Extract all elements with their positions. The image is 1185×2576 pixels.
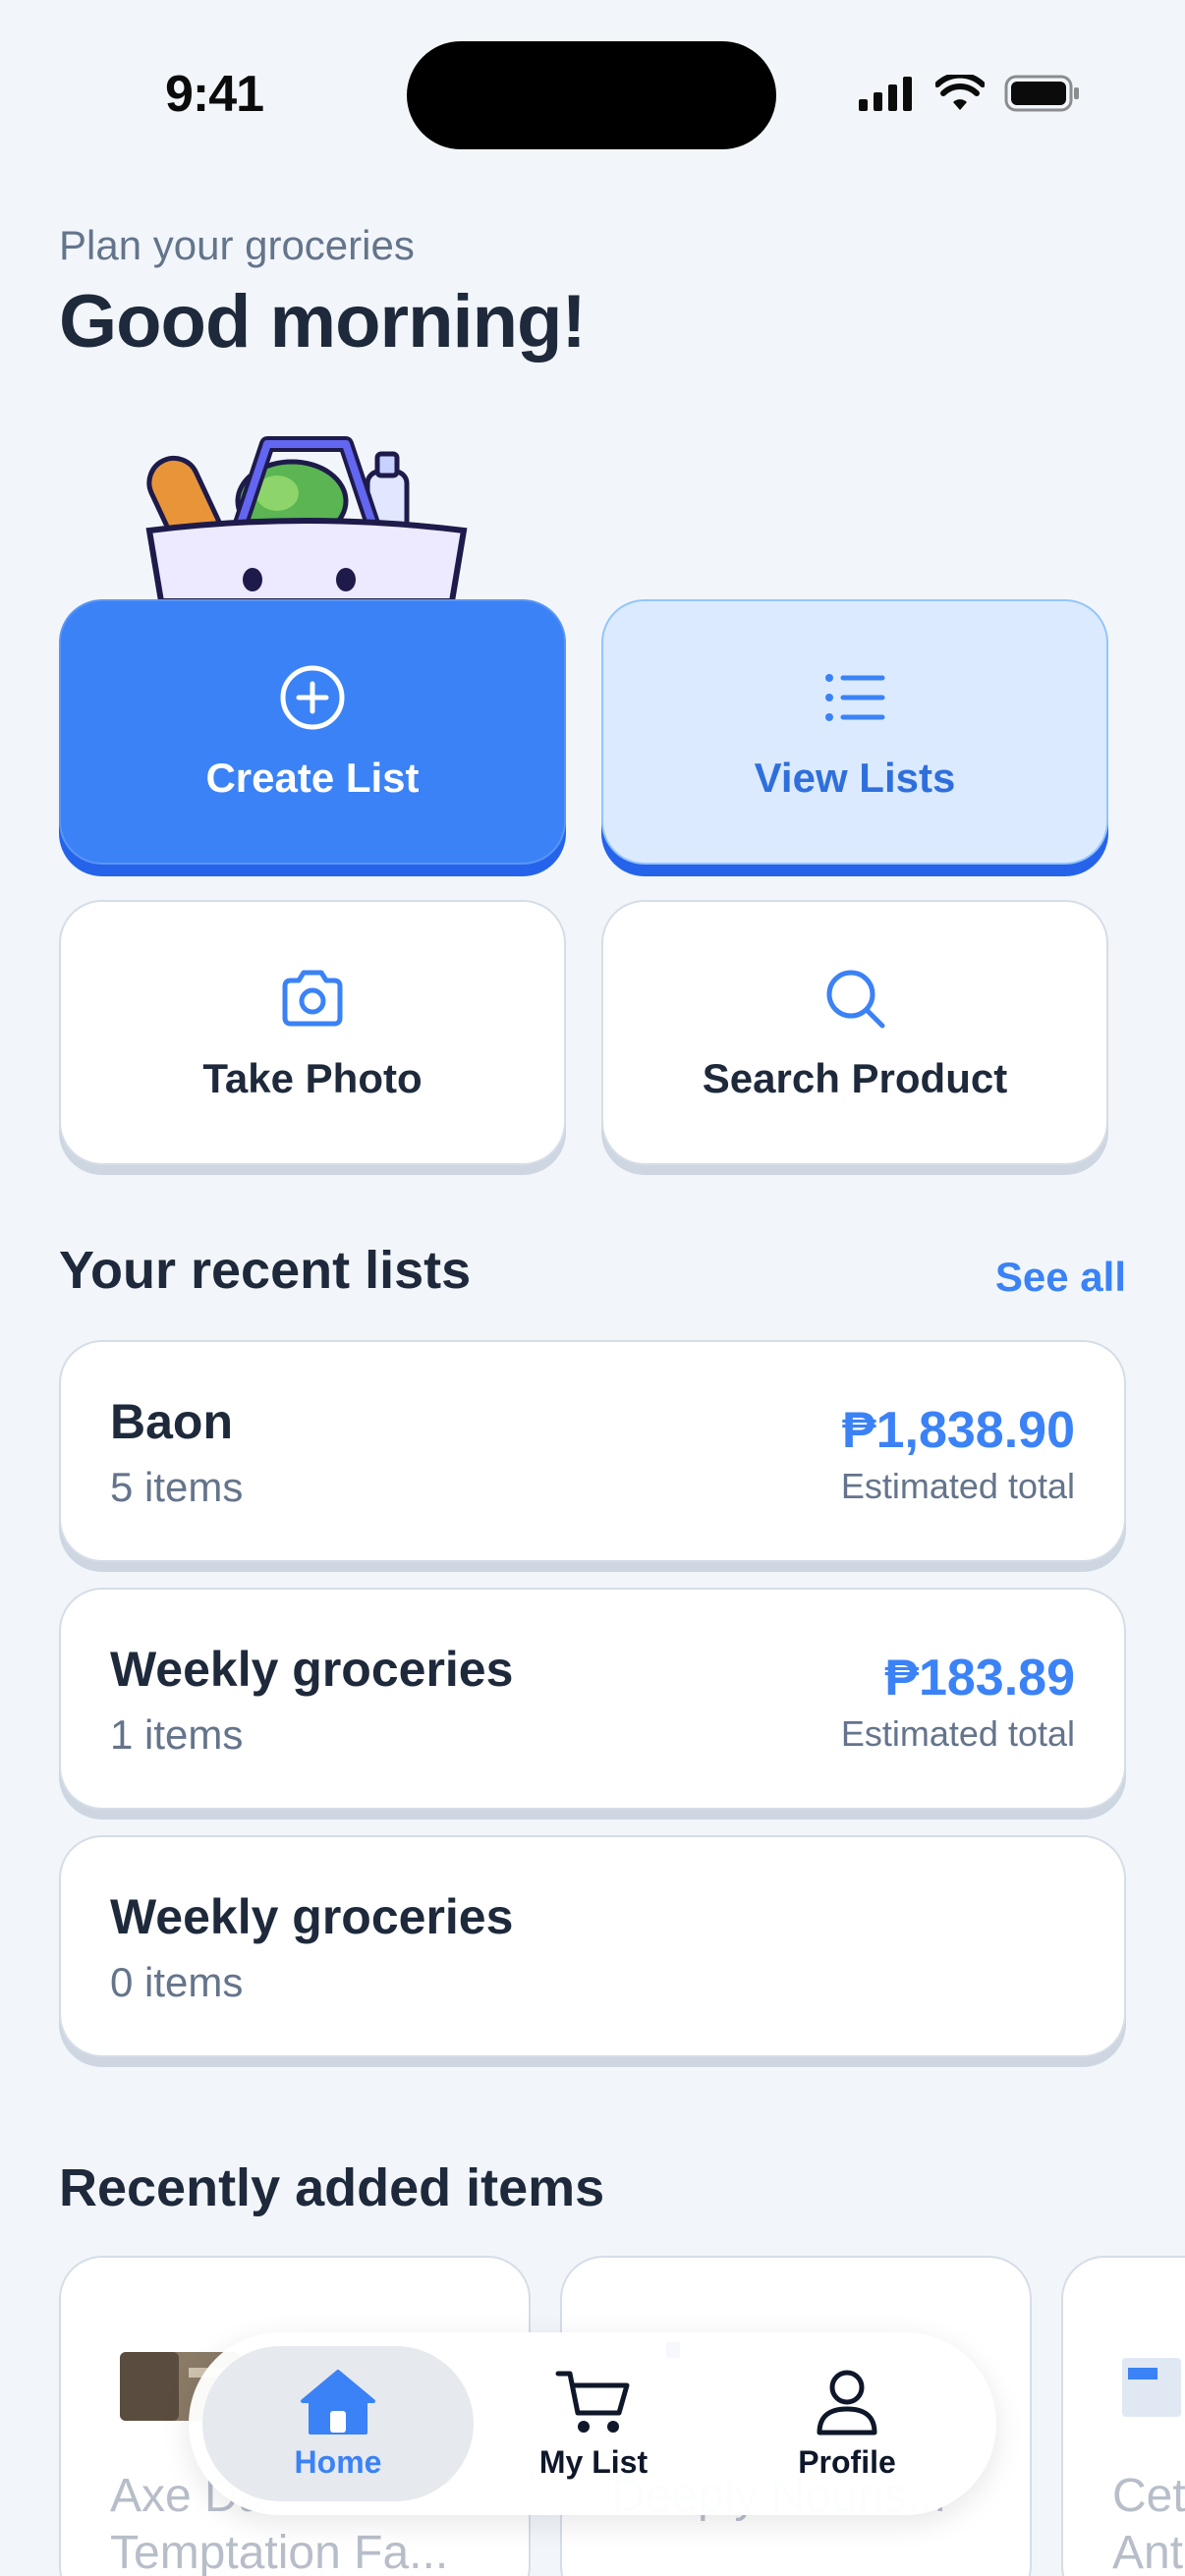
search-icon [826, 970, 885, 1029]
product-card[interactable]: Cet Ant [1061, 2256, 1185, 2576]
product-image [1122, 2358, 1181, 2417]
signal-icon [859, 77, 912, 111]
basket-mascot-icon [145, 436, 468, 601]
list-count: 5 items [110, 1464, 244, 1510]
bottom-nav: Home My List Profile [189, 2332, 996, 2515]
list-name: Weekly groceries [110, 1642, 514, 1697]
list-icon [825, 674, 885, 721]
list-name: Weekly groceries [110, 1889, 514, 1944]
status-time: 9:41 [165, 66, 264, 123]
nav-my-list-label: My List [538, 2443, 649, 2480]
camera-icon [282, 970, 343, 1027]
nav-home[interactable]: Home [202, 2346, 474, 2501]
wifi-icon [935, 75, 985, 110]
dynamic-island [407, 41, 776, 149]
nav-my-list[interactable]: My List [458, 2346, 729, 2501]
view-lists-label: View Lists [754, 755, 956, 801]
cart-icon [555, 2371, 630, 2433]
page-title: Good morning! [59, 280, 587, 364]
recent-lists-title: Your recent lists [59, 1241, 472, 1300]
page-subtitle: Plan your groceries [59, 222, 415, 268]
list-card[interactable]: Weekly groceries 0 items [59, 1835, 1126, 2057]
list-price: ₱1,838.90 [841, 1402, 1075, 1459]
battery-icon [1004, 75, 1079, 112]
take-photo-label: Take Photo [202, 1055, 423, 1101]
list-estimate-label: Estimated total [840, 1713, 1075, 1754]
take-photo-button[interactable]: Take Photo [59, 900, 566, 1165]
nav-profile-label: Profile [798, 2443, 896, 2480]
plus-circle-icon [280, 665, 345, 730]
create-list-button[interactable]: Create List [59, 599, 566, 865]
see-all-link[interactable]: See all [995, 1254, 1126, 1301]
home-icon [301, 2369, 375, 2435]
list-count: 1 items [110, 1711, 244, 1758]
list-card[interactable]: Weekly groceries 1 items ₱183.89 Estimat… [59, 1588, 1126, 1810]
screen: 9:41 Plan your groceries Good morning! C… [0, 0, 1185, 2576]
list-estimate-label: Estimated total [840, 1466, 1075, 1506]
product-name: Cet Ant [1112, 2470, 1185, 2576]
list-card[interactable]: Baon 5 items ₱1,838.90 Estimated total [59, 1340, 1126, 1562]
view-lists-button[interactable]: View Lists [601, 599, 1108, 865]
list-count: 0 items [110, 1959, 244, 2005]
search-product-label: Search Product [702, 1055, 1008, 1101]
create-list-label: Create List [205, 755, 420, 801]
user-icon [817, 2370, 877, 2435]
nav-profile[interactable]: Profile [711, 2346, 983, 2501]
list-name: Baon [110, 1394, 233, 1449]
recent-items-title: Recently added items [59, 2158, 605, 2217]
list-price: ₱183.89 [884, 1650, 1075, 1707]
nav-home-label: Home [294, 2443, 382, 2480]
status-icons [857, 75, 1081, 112]
search-product-button[interactable]: Search Product [601, 900, 1108, 1165]
